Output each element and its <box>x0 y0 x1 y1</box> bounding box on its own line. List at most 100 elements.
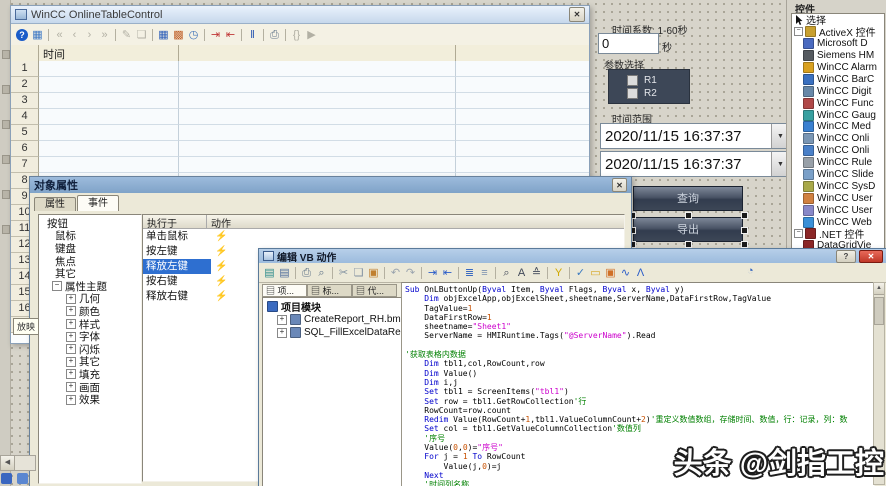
print-preview-icon[interactable]: ⌕ <box>314 266 329 280</box>
expand-icon[interactable]: + <box>66 369 76 379</box>
table-window-titlebar[interactable]: WinCC OnlineTableControl ✕ <box>11 6 589 24</box>
table-cell[interactable] <box>456 125 589 141</box>
table-cell[interactable] <box>39 93 179 109</box>
checkbox-icon[interactable] <box>627 75 638 86</box>
print-icon[interactable]: ⎙ <box>267 28 282 42</box>
indent-icon[interactable]: ⇥ <box>425 266 440 280</box>
controls-item[interactable]: WinCC Gaug <box>792 109 884 121</box>
table-cell[interactable] <box>39 157 179 173</box>
table-window-close-button[interactable]: ✕ <box>569 7 585 22</box>
scrollbar-thumb[interactable] <box>874 297 884 325</box>
table-cell[interactable] <box>456 77 589 93</box>
table-cell[interactable] <box>39 141 179 157</box>
vb-tree-item[interactable]: +SQL_FillExcelDataRec <box>263 326 401 339</box>
controls-item[interactable]: WinCC Onli <box>792 145 884 157</box>
tree-item[interactable]: +效果 <box>39 393 141 406</box>
table-cell[interactable] <box>179 109 456 125</box>
row-number-cell[interactable]: 4 <box>11 109 39 125</box>
copy-icon[interactable]: ❏ <box>351 266 366 280</box>
controls-item[interactable]: WinCC Slide <box>792 169 884 181</box>
paste-icon[interactable]: ▣ <box>366 266 381 280</box>
project-list-icon[interactable]: ▤ <box>262 266 277 280</box>
module-icon[interactable]: ▣ <box>603 266 618 280</box>
table-cell[interactable] <box>456 61 589 77</box>
filter-icon[interactable]: Y <box>551 266 566 280</box>
controls-item[interactable]: WinCC User <box>792 204 884 216</box>
controls-item[interactable]: WinCC Med <box>792 121 884 133</box>
vb-editor-close-button[interactable]: ✕ <box>859 250 883 263</box>
archive-config-icon[interactable]: ▩ <box>171 28 186 42</box>
edit-pen-icon[interactable]: ✎ <box>119 28 134 42</box>
expand-icon[interactable]: + <box>277 328 287 338</box>
scroll-left-icon[interactable]: ◀ <box>1 456 15 470</box>
tab-事件[interactable]: 事件 <box>77 195 119 211</box>
table-cell[interactable] <box>456 109 589 125</box>
nav-first-icon[interactable]: « <box>52 28 67 42</box>
expand-icon[interactable]: + <box>277 315 287 325</box>
expand-icon[interactable]: + <box>66 332 76 342</box>
collapse-icon[interactable]: − <box>794 229 803 238</box>
expand-icon[interactable]: + <box>66 306 76 316</box>
trigger-clock-icon[interactable]: ◔ <box>747 265 754 277</box>
controls-item[interactable]: Siemens HM <box>792 50 884 62</box>
table-cell[interactable] <box>179 125 456 141</box>
selection-handle[interactable] <box>741 227 748 234</box>
controls-item[interactable]: WinCC Web <box>792 216 884 228</box>
action-bolt-icon[interactable]: ⚡ <box>215 231 227 242</box>
nav-last-icon[interactable]: » <box>97 28 112 42</box>
query-button[interactable]: 查询 <box>633 186 743 211</box>
table-edit-icon[interactable]: ▦ <box>30 28 45 42</box>
export-report-icon[interactable]: ⇤ <box>223 28 238 42</box>
expand-icon[interactable]: + <box>66 357 76 367</box>
validate-icon[interactable]: ✓ <box>573 266 588 280</box>
date-from-picker[interactable]: 2020/11/15 16:37:37 ▼ <box>600 123 790 149</box>
play-icon[interactable]: ▶ <box>304 28 319 42</box>
vb-editor-titlebar[interactable]: 编辑 VB 动作 ? ✕ <box>259 249 886 263</box>
uncomment-icon[interactable]: ≡ <box>477 266 492 280</box>
vb-tree-root[interactable]: 项目模块 <box>263 300 401 313</box>
cut-icon[interactable]: ✂ <box>336 266 351 280</box>
vb-tab[interactable]: ▤ 代... <box>352 284 397 297</box>
date-to-picker[interactable]: 2020/11/15 16:37:37 ▼ <box>600 151 790 177</box>
help-icon[interactable]: ? <box>16 29 28 41</box>
controls-item[interactable]: WinCC Digit <box>792 85 884 97</box>
print-icon[interactable]: ⎙ <box>299 266 314 280</box>
vb-tree-item[interactable]: +CreateReport_RH.bm <box>263 313 401 326</box>
pause-icon[interactable]: ‖ <box>245 28 260 42</box>
table-cell[interactable] <box>39 125 179 141</box>
table-cell[interactable] <box>179 141 456 157</box>
undo-icon[interactable]: ↶ <box>388 266 403 280</box>
selection-handle[interactable] <box>685 241 692 248</box>
vb-editor-help-button[interactable]: ? <box>836 250 856 263</box>
export-button[interactable]: 导出 <box>633 217 743 242</box>
grid-select-icon[interactable]: ▦ <box>156 28 171 42</box>
time-base-icon[interactable]: ◷ <box>186 28 201 42</box>
row-number-cell[interactable]: 1 <box>11 61 39 77</box>
find-icon[interactable]: ⌕ <box>499 266 514 280</box>
expand-icon[interactable]: + <box>66 382 76 392</box>
action-bolt-icon[interactable]: ⚡ <box>215 261 227 272</box>
table-cell[interactable] <box>39 77 179 93</box>
folder-icon[interactable]: ▭ <box>588 266 603 280</box>
controls-item[interactable]: WinCC Alarm <box>792 62 884 74</box>
nav-prev-icon[interactable]: ‹ <box>67 28 82 42</box>
selection-handle[interactable] <box>685 212 692 219</box>
controls-item[interactable]: Microsoft D <box>792 38 884 50</box>
vb-tab[interactable]: ▤ 项... <box>262 284 307 297</box>
event-row[interactable]: 单击鼠标⚡ <box>143 229 624 244</box>
action-bolt-icon[interactable]: ⚡ <box>215 276 227 287</box>
export-data-icon[interactable]: ⇥ <box>208 28 223 42</box>
scroll-up-icon[interactable]: ▲ <box>874 283 884 295</box>
table-cell[interactable] <box>456 157 589 173</box>
tab-属性[interactable]: 属性 <box>34 197 76 211</box>
table-cell[interactable] <box>456 93 589 109</box>
collapse-icon[interactable]: − <box>794 27 803 36</box>
expand-icon[interactable]: + <box>66 344 76 354</box>
collapse-icon[interactable]: − <box>52 281 62 291</box>
selection-handle[interactable] <box>741 241 748 248</box>
tag-list-icon[interactable]: ▤ <box>277 266 292 280</box>
table-cell[interactable] <box>39 61 179 77</box>
row-number-cell[interactable]: 6 <box>11 141 39 157</box>
taskbar-app-icon[interactable] <box>1 473 12 484</box>
canvas-horizontal-scrollbar[interactable]: ◀ <box>0 455 36 471</box>
